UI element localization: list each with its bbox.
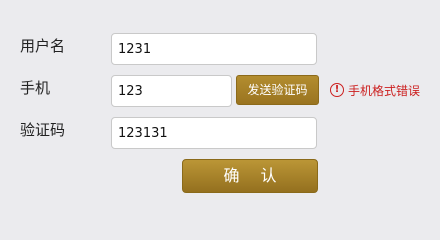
confirm-button[interactable]: 确 认 — [182, 159, 318, 193]
send-code-button[interactable]: 发送验证码 — [236, 75, 319, 105]
phone-error-text: 手机格式错误 — [348, 83, 421, 98]
error-icon: ! — [330, 83, 344, 97]
username-label: 用户名 — [20, 37, 66, 55]
phone-label: 手机 — [20, 79, 51, 97]
code-input[interactable] — [111, 117, 317, 149]
username-input[interactable] — [111, 33, 317, 65]
phone-error-message: ! 手机格式错误 — [330, 81, 420, 99]
phone-input[interactable] — [111, 75, 232, 107]
code-label: 验证码 — [20, 121, 66, 139]
